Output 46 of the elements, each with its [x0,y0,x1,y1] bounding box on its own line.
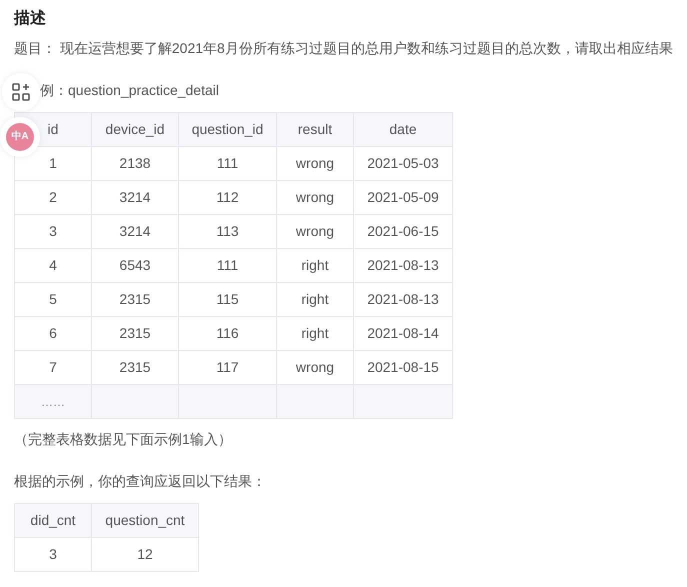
table-cell: right [276,316,354,350]
table-cell: 2021-08-13 [354,248,452,282]
table-cell: 115 [178,282,276,316]
table-cell: 111 [178,146,276,180]
table-cell: 112 [178,180,276,214]
table-cell: 3214 [92,180,178,214]
table-cell: right [276,282,354,316]
grid-tool-button[interactable] [2,73,40,111]
column-header: did_cnt [14,504,92,538]
table-cell: 3 [14,538,92,572]
table-cell: 6 [14,316,92,350]
column-header: date [354,112,452,146]
table-note: （完整表格数据见下面示例1输入） [14,430,233,449]
table-cell: 2021-08-14 [354,316,452,350]
table-cell: 111 [178,248,276,282]
table-cell: 3 [14,214,92,248]
table-cell: 113 [178,214,276,248]
example-caption: 例：question_practice_detail [40,81,220,100]
table-cell: wrong [276,214,354,248]
column-header: question_id [178,112,276,146]
table-cell: 6543 [92,248,178,282]
table-cell: 5 [14,282,92,316]
table-cell: 12 [92,538,198,572]
question-text: 题目： 现在运营想要了解2021年8月份所有练习过题目的总用户数和练习过题目的总次数，请取出相应结果 [14,39,673,58]
table-cell: right [276,248,354,282]
table-cell: 4 [14,248,92,282]
table-cell: 2021-08-13 [354,282,452,316]
column-header: result [276,112,354,146]
table-cell: 116 [178,316,276,350]
result-intro: 根据的示例，你的查询应返回以下结果： [14,472,267,491]
translate-button[interactable]: 中A [6,123,34,151]
table-cell: 2 [14,180,92,214]
table-cell: wrong [276,180,354,214]
table-cell: 3214 [92,214,178,248]
table-cell: 2138 [92,146,178,180]
grid-icon [12,83,30,101]
table-cell: 2021-06-15 [354,214,452,248]
table-cell: …… [14,384,92,418]
section-heading: 描述 [14,8,47,29]
table-cell: 2315 [92,316,178,350]
column-header: question_cnt [92,504,198,538]
table-cell: 2021-05-03 [354,146,452,180]
table-cell: 2315 [92,282,178,316]
table-cell: 2021-05-09 [354,180,452,214]
table-cell: wrong [276,146,354,180]
column-header: device_id [92,112,178,146]
